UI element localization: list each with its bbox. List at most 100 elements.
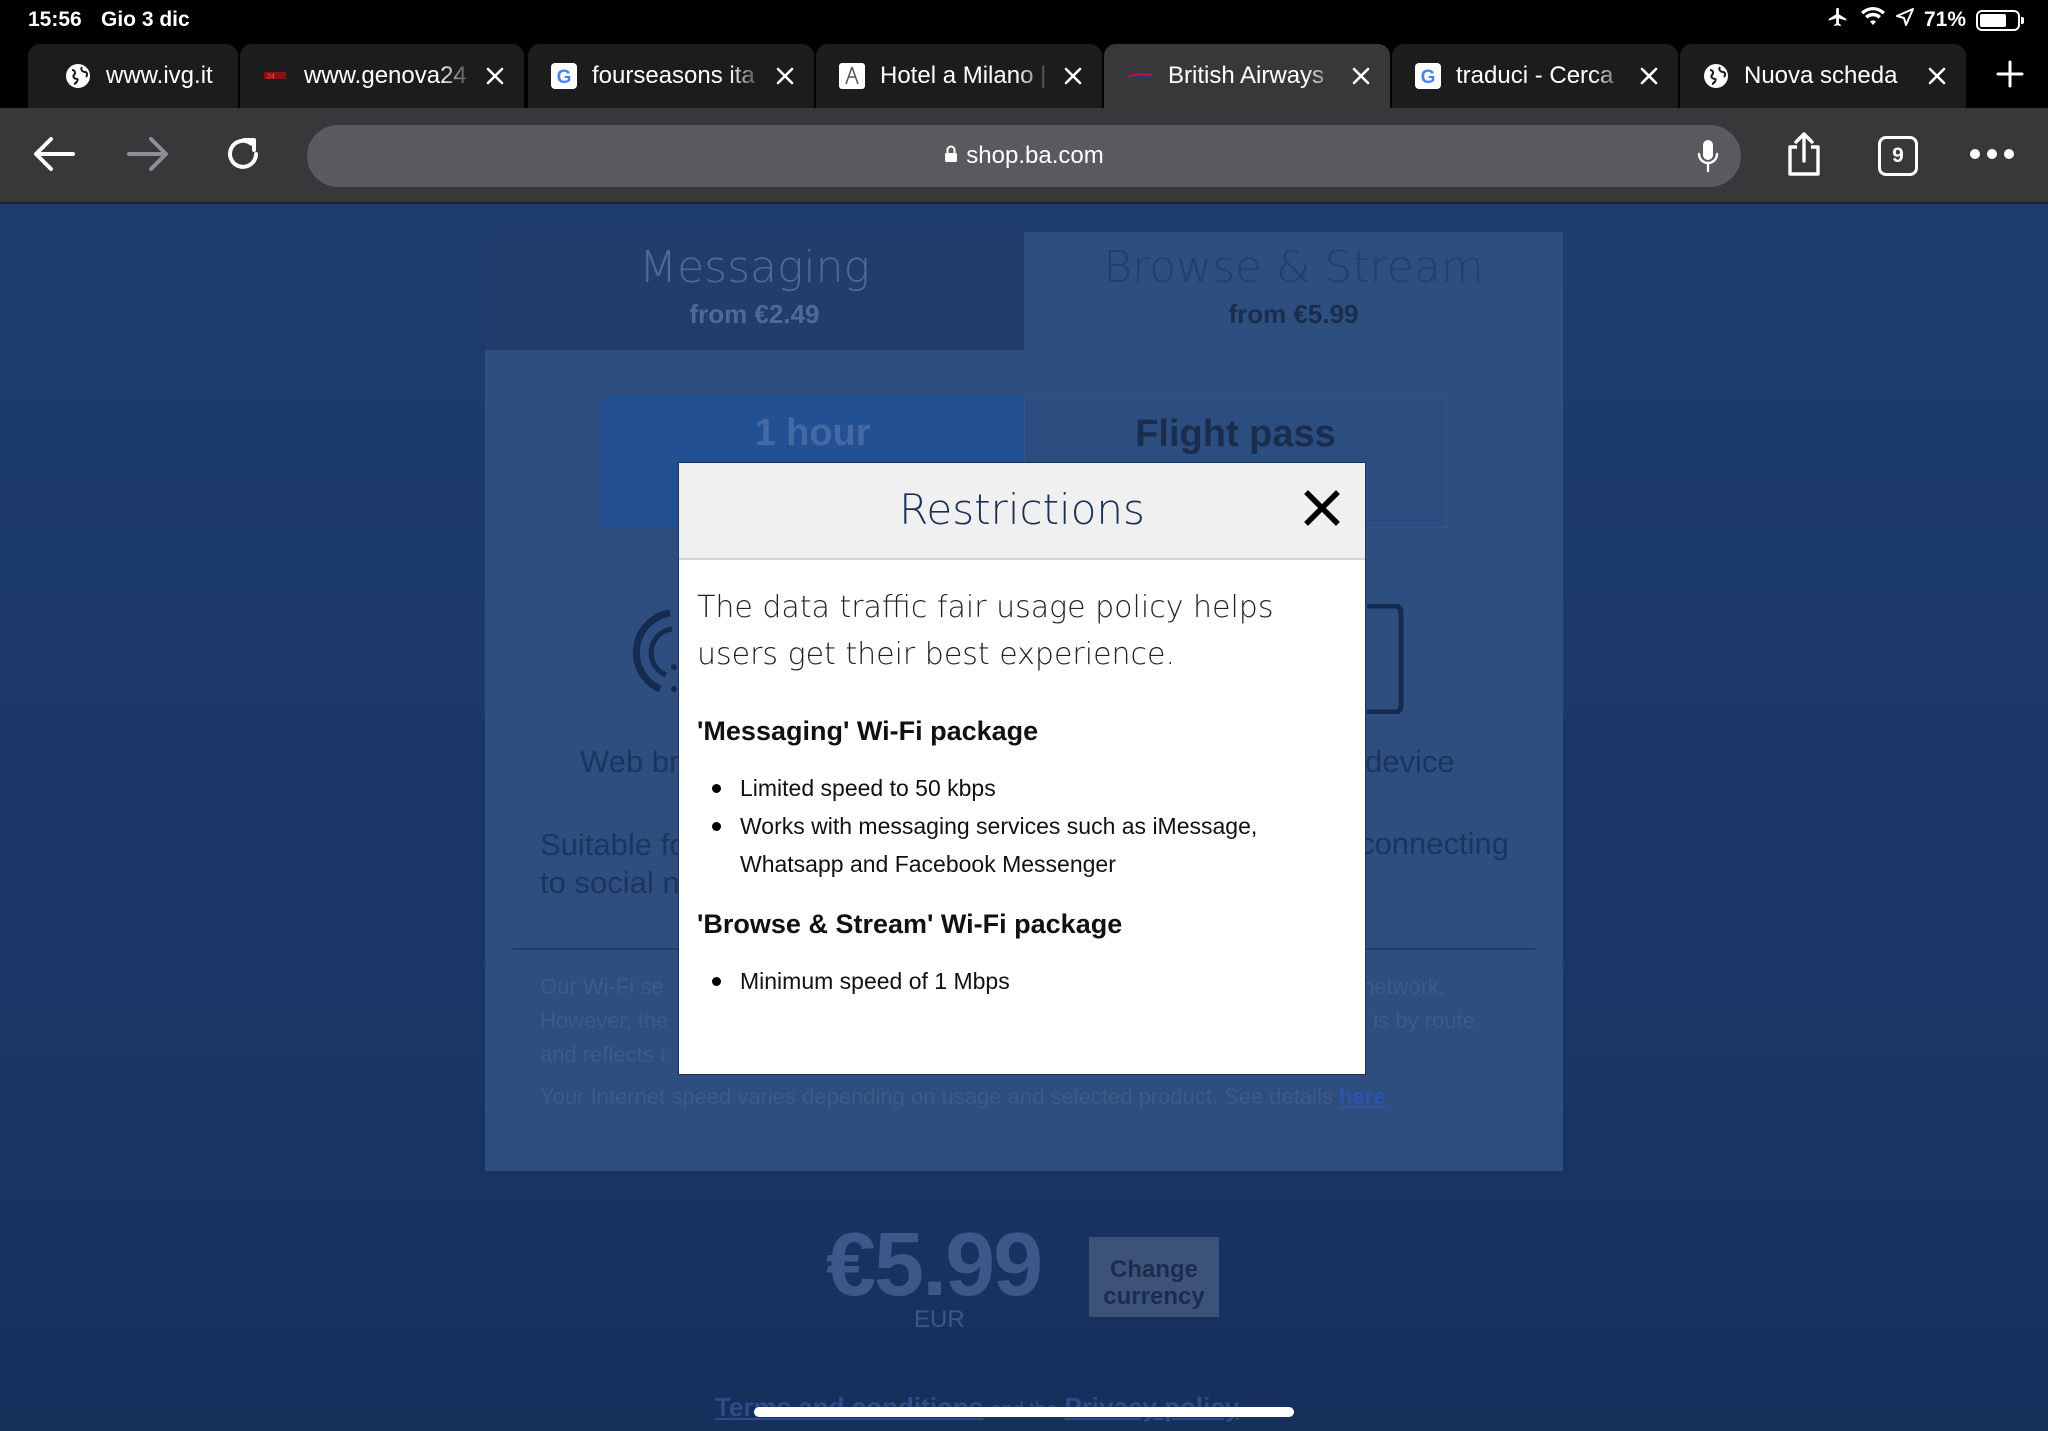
close-tab-icon[interactable] <box>1346 61 1376 91</box>
tab-strip: www.ivg.it 24 www.genova24 G fourseasons… <box>0 40 2048 108</box>
restrictions-modal: Restrictions The data traffic fair usage… <box>679 463 1365 1074</box>
new-tab-button[interactable] <box>1988 54 2032 98</box>
home-indicator[interactable] <box>754 1407 1294 1417</box>
modal-title: Restrictions <box>899 485 1145 534</box>
arrow-left-icon <box>33 136 75 177</box>
reload-button[interactable] <box>215 128 271 184</box>
feature-label-device: device <box>1365 744 1455 779</box>
close-tab-icon[interactable] <box>1922 61 1952 91</box>
status-time: 15:56 <box>28 8 82 31</box>
tab-title: British Airways <box>1168 62 1325 89</box>
tab-nuova-scheda[interactable]: Nuova scheda <box>1680 44 1966 108</box>
address-bar[interactable]: shop.ba.com <box>307 125 1741 187</box>
airplane-icon <box>1826 6 1850 34</box>
details-link[interactable]: here <box>1339 1084 1385 1109</box>
tab-title: Nuova scheda <box>1744 62 1898 89</box>
device-icon <box>1365 603 1405 719</box>
battery-icon <box>1976 9 2024 31</box>
browser-toolbar: shop.ba.com 9 <box>0 108 2048 204</box>
close-icon <box>1304 489 1340 531</box>
back-button[interactable] <box>26 128 82 184</box>
tab-title: www.genova24 <box>304 62 467 89</box>
list-item: Works with messaging services such as iM… <box>697 807 1347 883</box>
tab-title: Hotel a Milano | <box>880 62 1047 89</box>
wifi-info-left: Our Wi-Fi se However, the and reflects t <box>540 970 668 1072</box>
share-icon <box>1785 131 1823 182</box>
info-line: However, the <box>540 1008 669 1033</box>
tab-count: 9 <box>1878 136 1918 176</box>
package-name: Browse & Stream <box>1103 242 1484 293</box>
modal-close-button[interactable] <box>1299 487 1345 533</box>
speed-note: Your Internet speed varies depending on … <box>540 1080 1386 1114</box>
suitable-line-1: Suitable fo <box>540 827 687 862</box>
modal-header: Restrictions <box>679 463 1365 560</box>
info-line: Our Wi-Fi se <box>540 974 664 999</box>
package-price: from €5.99 <box>1228 299 1359 329</box>
suitable-line-2: to social n <box>540 865 680 900</box>
hotel-favicon-icon <box>838 62 866 90</box>
wifi-icon <box>1860 7 1886 33</box>
suitable-text-right: connecting <box>1359 826 1509 861</box>
ba-favicon-icon <box>1126 62 1154 90</box>
google-icon: G <box>1414 62 1442 90</box>
speed-note-text: Your Internet speed varies depending on … <box>540 1084 1333 1109</box>
ellipsis-icon <box>1969 147 2015 165</box>
tab-ivg[interactable]: www.ivg.it <box>28 44 238 108</box>
site-favicon-icon: 24 <box>262 62 290 90</box>
tab-title: www.ivg.it <box>106 62 213 89</box>
price-currency: EUR <box>914 1306 965 1333</box>
modal-body: The data traffic fair usage policy helps… <box>679 560 1365 1000</box>
package-name: Messaging <box>639 242 870 293</box>
tab-genova24[interactable]: 24 www.genova24 <box>240 44 524 108</box>
tab-hotel-milano[interactable]: Hotel a Milano | <box>816 44 1102 108</box>
close-tab-icon[interactable] <box>480 61 510 91</box>
modal-intro: The data traffic fair usage policy helps… <box>697 590 1274 672</box>
price-amount: €5.99 <box>826 1215 1043 1315</box>
info-line: network. <box>1362 974 1446 999</box>
globe-icon <box>1702 62 1730 90</box>
status-date: Gio 3 dic <box>101 8 190 31</box>
web-browsing-icon <box>620 607 680 702</box>
tab-browse-stream[interactable]: Browse & Stream from €5.99 <box>1024 232 1563 350</box>
info-line: g is by route <box>1355 1008 1475 1033</box>
svg-text:24: 24 <box>267 74 275 81</box>
plus-icon <box>1995 59 2025 94</box>
status-bar: 15:56 Gio 3 dic 71% <box>0 0 2048 40</box>
browse-restrictions-list: Minimum speed of 1 Mbps <box>697 962 1347 1000</box>
section-heading-messaging: 'Messaging' Wi-Fi package <box>697 716 1039 746</box>
arrow-right-icon <box>127 136 169 177</box>
package-price: from €2.49 <box>689 299 820 329</box>
tab-british-airways[interactable]: British Airways <box>1104 44 1390 108</box>
tabs-overview-button[interactable]: 9 <box>1870 128 1926 184</box>
share-button[interactable] <box>1776 128 1832 184</box>
list-item: Limited speed to 50 kbps <box>697 769 1347 807</box>
close-tab-icon[interactable] <box>1058 61 1088 91</box>
more-menu-button[interactable] <box>1964 128 2020 184</box>
tab-title: fourseasons ita <box>592 62 755 89</box>
location-icon <box>1895 8 1914 32</box>
microphone-icon[interactable] <box>1697 138 1719 181</box>
status-icons: 71% <box>1826 6 2024 34</box>
close-tab-icon[interactable] <box>770 61 800 91</box>
tab-messaging[interactable]: Messaging from €2.49 <box>485 232 1024 350</box>
section-heading-browse: 'Browse & Stream' Wi-Fi package <box>697 909 1123 939</box>
tab-fourseasons[interactable]: G fourseasons ita <box>528 44 814 108</box>
messaging-restrictions-list: Limited speed to 50 kbps Works with mess… <box>697 769 1347 883</box>
suitable-text: Suitable fo to social n <box>540 826 687 902</box>
url-text: shop.ba.com <box>966 142 1104 169</box>
globe-icon <box>64 62 92 90</box>
tab-title: traduci - Cerca <box>1456 62 1614 89</box>
tab-traduci[interactable]: G traduci - Cerca <box>1392 44 1678 108</box>
svg-text:G: G <box>1421 67 1436 88</box>
info-line: and reflects t <box>540 1042 666 1067</box>
list-item: Minimum speed of 1 Mbps <box>697 962 1347 1000</box>
lock-icon <box>944 142 958 170</box>
feature-label-web: Web br <box>580 744 680 779</box>
close-tab-icon[interactable] <box>1634 61 1664 91</box>
reload-icon <box>223 134 263 179</box>
change-currency-button[interactable]: Change currency <box>1089 1237 1219 1317</box>
forward-button[interactable] <box>120 128 176 184</box>
wifi-info-right: network. g is by route <box>1355 970 1475 1038</box>
google-icon: G <box>550 62 578 90</box>
battery-percent: 71% <box>1923 8 1966 31</box>
